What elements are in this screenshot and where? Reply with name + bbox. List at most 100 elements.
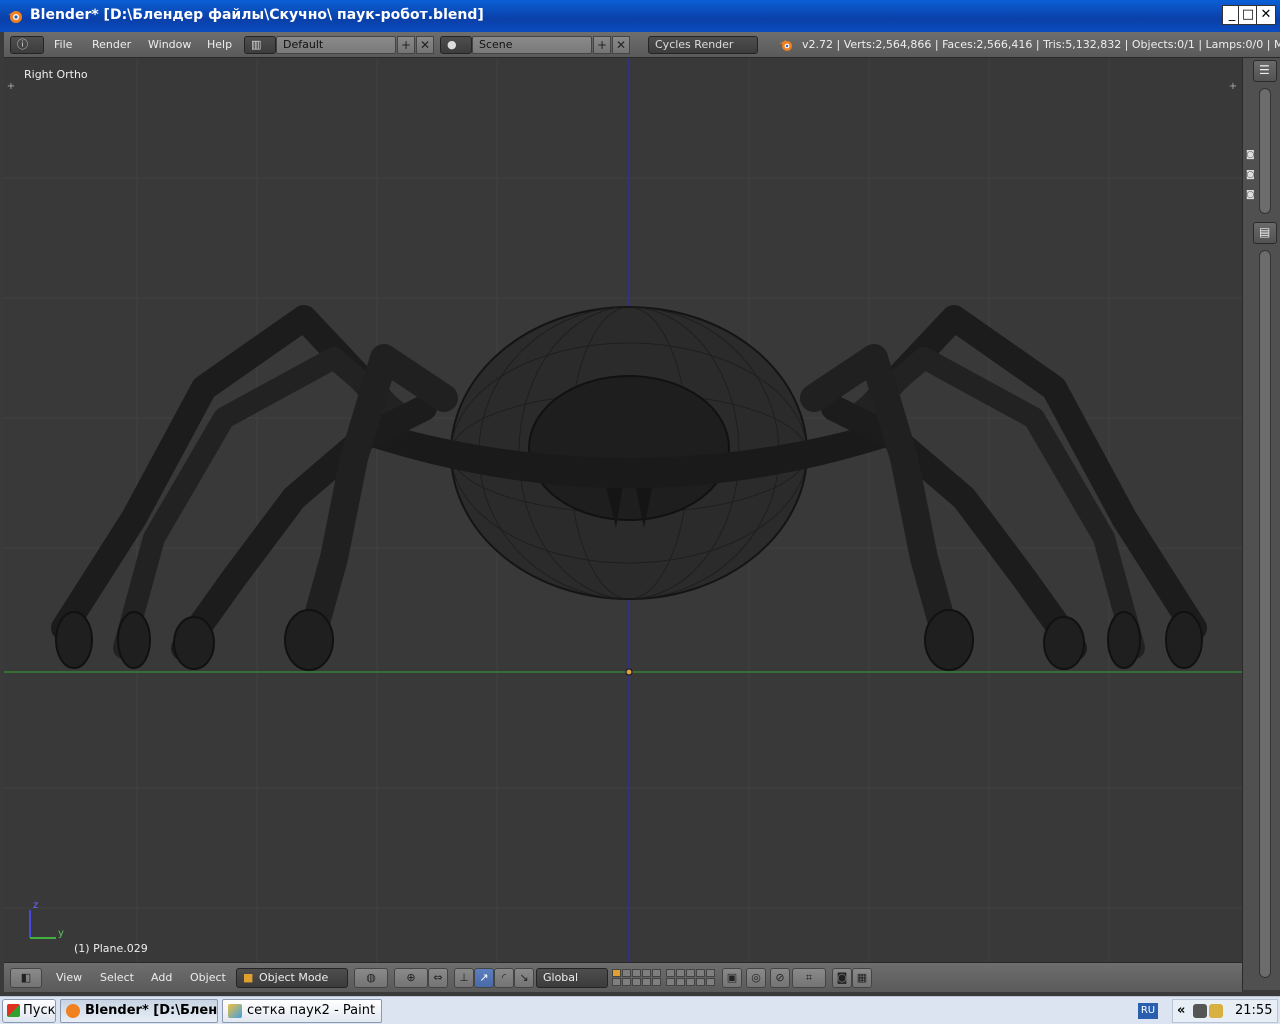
snap-element-dropdown[interactable]: ⌗ xyxy=(792,968,826,988)
blender-logo-icon xyxy=(66,1004,80,1018)
viewport-grid xyxy=(4,58,1242,962)
plus-icon: + xyxy=(400,38,412,52)
plus-icon: + xyxy=(596,38,608,52)
outliner-scrollbar[interactable] xyxy=(1259,88,1271,214)
outliner-icon: ☰ xyxy=(1259,63,1270,77)
system-tray: « 21:55 xyxy=(1172,999,1278,1023)
start-label: Пуск xyxy=(23,1003,56,1018)
proportional-edit-icon: ◎ xyxy=(751,971,761,984)
menu-window[interactable]: Window xyxy=(148,38,191,51)
camera-icon: ◙ xyxy=(1246,170,1255,180)
menu-help[interactable]: Help xyxy=(207,38,232,51)
add-layout-button[interactable]: + xyxy=(397,36,415,54)
close-icon: ✕ xyxy=(615,38,627,52)
transform-orientation-dropdown[interactable]: Global xyxy=(536,968,608,988)
sphere-shading-icon: ◍ xyxy=(366,971,376,984)
outliner-panel: ☰ ◙ ◙ ◙ ▤ xyxy=(1242,58,1280,990)
close-button[interactable]: ✕ xyxy=(1256,5,1276,25)
tray-app-icon[interactable] xyxy=(1209,1004,1223,1018)
lock-icon: ▣ xyxy=(726,971,738,984)
scale-icon: ↘ xyxy=(519,971,529,984)
scene-field[interactable]: Scene xyxy=(472,36,592,54)
taskbar-item-label: Blender* [D:\Блен... xyxy=(85,1003,218,1018)
info-icon: ⓘ xyxy=(17,38,28,51)
scene-icon: ● xyxy=(447,38,457,51)
tray-expand-button[interactable]: « xyxy=(1177,1000,1185,1022)
scale-manipulator-button[interactable]: ↘ xyxy=(514,968,534,988)
windows-taskbar: Пуск Blender* [D:\Блен... сетка паук2 - … xyxy=(0,996,1280,1024)
viewport-shading-dropdown[interactable]: ◍ xyxy=(354,968,388,988)
arrow-manipulator-button[interactable]: ↗ xyxy=(474,968,494,988)
spider-head xyxy=(528,375,730,521)
render-animation-button[interactable]: ▦ xyxy=(852,968,872,988)
scene-stats: v2.72 | Verts:2,564,866 | Faces:2,566,41… xyxy=(802,38,1280,51)
render-engine-dropdown[interactable]: Cycles Render xyxy=(648,36,758,54)
tray-app-icon[interactable] xyxy=(1193,1004,1207,1018)
screen-layout-icon-button[interactable]: ▥ xyxy=(244,36,276,54)
object-origin-point[interactable] xyxy=(625,668,633,676)
render-engine-label: Cycles Render xyxy=(655,38,734,51)
toolshelf-toggle-icon[interactable]: + xyxy=(6,82,16,92)
pivot-icon: ⊕ xyxy=(406,971,416,984)
screen-layout-field[interactable]: Default xyxy=(276,36,396,54)
scene-icon-button[interactable]: ● xyxy=(440,36,472,54)
camera-icon: ◙ xyxy=(1246,190,1255,200)
editor-type-button[interactable]: ◧ xyxy=(10,968,42,988)
blender-logo-icon xyxy=(8,11,22,23)
3d-viewport[interactable]: Right Ortho z y (1) Plane.029 + + xyxy=(4,58,1242,962)
blender-logo-icon xyxy=(779,40,792,51)
menu-select[interactable]: Select xyxy=(100,971,134,984)
rotate-icon: ◜ xyxy=(501,971,507,984)
taskbar-item-blender[interactable]: Blender* [D:\Блен... xyxy=(60,999,218,1023)
taskbar-item-paint[interactable]: сетка паук2 - Paint xyxy=(222,999,382,1023)
language-indicator[interactable]: RU xyxy=(1138,1003,1158,1019)
windows-logo-icon xyxy=(7,1004,20,1017)
remove-layout-button[interactable]: ✕ xyxy=(416,36,434,54)
maximize-button[interactable]: □ xyxy=(1238,5,1258,25)
3d-view-icon: ◧ xyxy=(20,971,32,984)
axis-icon: ⊥ xyxy=(459,971,469,984)
snap-grid-icon: ⌗ xyxy=(805,971,813,984)
properties-toggle-icon[interactable]: + xyxy=(1228,82,1238,92)
properties-scrollbar[interactable] xyxy=(1259,250,1271,978)
menu-object[interactable]: Object xyxy=(190,971,226,984)
add-scene-button[interactable]: + xyxy=(593,36,611,54)
blender-window: Blender* [D:\Блендер файлы\Скучно\ паук-… xyxy=(0,0,1280,1024)
translate-manipulator-button[interactable]: ⊥ xyxy=(454,968,474,988)
screen-layout-icon: ▥ xyxy=(251,38,262,51)
gizmo-z-label: z xyxy=(33,900,39,911)
window-title-bar[interactable]: Blender* [D:\Блендер файлы\Скучно\ паук-… xyxy=(0,0,1280,32)
lock-layers-button[interactable]: ▣ xyxy=(722,968,742,988)
manipulator-icon: ⇔ xyxy=(433,971,443,984)
properties-icon: ▤ xyxy=(1259,225,1271,239)
remove-scene-button[interactable]: ✕ xyxy=(612,36,630,54)
window-title: Blender* [D:\Блендер файлы\Скучно\ паук-… xyxy=(30,7,484,23)
taskbar-item-label: сетка паук2 - Paint xyxy=(247,1003,376,1018)
render-image-button[interactable]: ◙ xyxy=(832,968,852,988)
3d-view-header: ◧ View Select Add Object ■ Object Mode ◍… xyxy=(4,962,1242,992)
manipulator-toggle-button[interactable]: ⇔ xyxy=(428,968,448,988)
cube-icon: ■ xyxy=(243,971,254,984)
active-object-label: (1) Plane.029 xyxy=(74,942,148,955)
properties-editor-type-button[interactable]: ▤ xyxy=(1253,222,1277,244)
proportional-edit-button[interactable]: ◎ xyxy=(746,968,766,988)
close-icon: ✕ xyxy=(419,38,431,52)
scene-layers-group-1[interactable] xyxy=(612,969,661,987)
outliner-editor-type-button[interactable]: ☰ xyxy=(1253,60,1277,82)
menu-file[interactable]: File xyxy=(54,38,72,51)
arrow-icon: ↗ xyxy=(479,971,489,984)
camera-icon: ◙ xyxy=(836,971,848,984)
interaction-mode-dropdown[interactable]: ■ Object Mode xyxy=(236,968,348,988)
scene-layers-group-2[interactable] xyxy=(666,969,715,987)
menu-add[interactable]: Add xyxy=(151,971,172,984)
clock[interactable]: 21:55 xyxy=(1235,1000,1272,1022)
pivot-point-dropdown[interactable]: ⊕ xyxy=(394,968,428,988)
menu-view[interactable]: View xyxy=(56,971,82,984)
snap-toggle-button[interactable]: ⊘ xyxy=(770,968,790,988)
editor-type-info-button[interactable]: ⓘ xyxy=(10,36,44,54)
info-header: ⓘ File Render Window Help ▥ Default + ✕ … xyxy=(4,32,1280,58)
rotate-manipulator-button[interactable]: ◜ xyxy=(494,968,514,988)
magnet-icon: ⊘ xyxy=(775,971,785,984)
menu-render[interactable]: Render xyxy=(92,38,131,51)
start-button[interactable]: Пуск xyxy=(2,999,56,1023)
